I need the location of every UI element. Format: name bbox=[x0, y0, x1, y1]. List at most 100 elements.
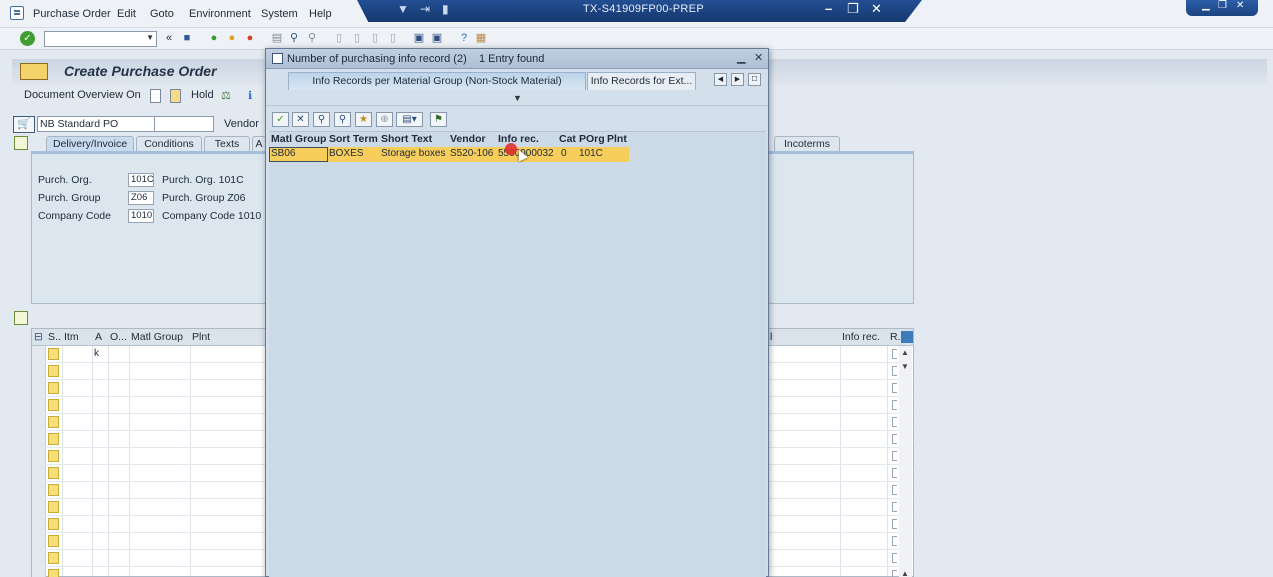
system-menu-icon[interactable] bbox=[10, 6, 24, 20]
cell-porg[interactable]: 101C bbox=[579, 148, 603, 159]
dialog-minimize-icon[interactable]: ▁ bbox=[737, 51, 745, 64]
items-toggle-icon[interactable] bbox=[14, 311, 28, 325]
restore-icon[interactable]: ❐ bbox=[847, 1, 859, 17]
tab-delivery-invoice[interactable]: Delivery/Invoice bbox=[46, 136, 134, 152]
dialog-close-icon[interactable]: ✕ bbox=[754, 51, 763, 64]
menu-system[interactable]: System bbox=[261, 8, 298, 20]
col-info-rec[interactable]: Info rec. bbox=[842, 331, 880, 343]
col-category[interactable]: O... bbox=[110, 331, 127, 343]
hold-button[interactable]: Hold bbox=[191, 89, 214, 101]
cart-icon[interactable]: 🛒 bbox=[13, 116, 35, 133]
find-icon[interactable]: ⚲ bbox=[313, 112, 330, 127]
vendor-input[interactable] bbox=[154, 116, 214, 132]
first-page-icon[interactable]: ▯ bbox=[332, 31, 346, 45]
row-selector[interactable] bbox=[32, 516, 46, 532]
scroll-down-icon[interactable]: ▼ bbox=[901, 362, 909, 371]
row1-account-cat[interactable]: k bbox=[94, 348, 99, 359]
row-checkbox[interactable] bbox=[892, 434, 897, 444]
cancel-selection-icon[interactable]: ✕ bbox=[292, 112, 309, 127]
enter-icon[interactable]: ✓ bbox=[20, 31, 35, 46]
scroll-bottom-icon[interactable]: ▲ bbox=[901, 569, 909, 577]
min-icon[interactable]: ▁ bbox=[1202, 0, 1210, 11]
row-checkbox[interactable] bbox=[892, 502, 897, 512]
result-row[interactable]: SB06 BOXES Storage boxes S520-106 550000… bbox=[269, 147, 629, 162]
close-icon[interactable]: ✕ bbox=[871, 1, 882, 17]
dropdown-icon[interactable]: ▼ bbox=[397, 2, 409, 16]
col-account[interactable]: A bbox=[95, 331, 102, 343]
menu-help[interactable]: Help bbox=[309, 8, 332, 20]
row-selector[interactable] bbox=[32, 465, 46, 481]
row-selector[interactable] bbox=[32, 397, 46, 413]
col-vendor[interactable]: Vendor bbox=[450, 133, 486, 145]
company-code-field[interactable]: 1010 bbox=[128, 209, 154, 223]
grid-scrollbar[interactable]: ▲ ▼ ▲ bbox=[899, 346, 912, 577]
tab-texts[interactable]: Texts bbox=[204, 136, 250, 152]
purch-group-field[interactable]: Z06 bbox=[128, 191, 154, 205]
row-selector[interactable] bbox=[32, 499, 46, 515]
find-icon[interactable]: ⚲ bbox=[287, 31, 301, 45]
row-selector[interactable] bbox=[32, 448, 46, 464]
prev-page-icon[interactable]: ▯ bbox=[350, 31, 364, 45]
x-icon[interactable]: ✕ bbox=[1236, 0, 1244, 11]
save-icon[interactable]: ■ bbox=[180, 31, 194, 45]
tab-address[interactable]: A bbox=[252, 136, 266, 152]
print-menu-icon[interactable]: ▤▾ bbox=[396, 112, 423, 127]
menu-edit[interactable]: Edit bbox=[117, 8, 136, 20]
tab-conditions[interactable]: Conditions bbox=[136, 136, 202, 152]
col-matl-group[interactable]: Matl Group bbox=[271, 133, 326, 145]
col-status[interactable]: S.. bbox=[48, 331, 61, 343]
find-next-icon[interactable]: ⚲ bbox=[334, 112, 351, 127]
row-checkbox[interactable] bbox=[892, 383, 897, 393]
double-left-icon[interactable]: « bbox=[162, 31, 176, 45]
menu-environment[interactable]: Environment bbox=[189, 8, 251, 20]
grid-select-all-icon[interactable]: ⊟ bbox=[34, 331, 43, 343]
menu-purchase-order[interactable]: Purchase Order bbox=[33, 8, 111, 20]
col-short-text[interactable]: Short Text bbox=[381, 133, 432, 145]
tab-info-records-matl-group[interactable]: Info Records per Material Group (Non-Sto… bbox=[288, 72, 586, 90]
help-icon[interactable]: ? bbox=[457, 31, 471, 45]
tab-info-records-ext[interactable]: Info Records for Ext... bbox=[587, 72, 696, 90]
cell-short-text[interactable]: Storage boxes bbox=[381, 148, 446, 159]
max-icon[interactable]: ❐ bbox=[1218, 0, 1227, 11]
back-icon[interactable]: ● bbox=[207, 31, 221, 45]
row-selector[interactable] bbox=[32, 380, 46, 396]
col-partial[interactable]: l bbox=[770, 331, 772, 343]
cell-sort-term[interactable]: BOXES bbox=[329, 148, 363, 159]
find-next-icon[interactable]: ⚲ bbox=[305, 31, 319, 45]
row-checkbox[interactable] bbox=[892, 570, 897, 577]
cancel-icon[interactable]: ● bbox=[243, 31, 257, 45]
filter-icon[interactable]: ⊕ bbox=[376, 112, 393, 127]
print-icon[interactable]: ▤ bbox=[270, 31, 284, 45]
row-selector[interactable] bbox=[32, 346, 46, 362]
expand-filter-icon[interactable]: ▼ bbox=[513, 93, 522, 103]
new-document-icon[interactable] bbox=[150, 89, 161, 103]
minimize-icon[interactable]: – bbox=[825, 1, 832, 16]
restrictions-toggle[interactable]: ▼ bbox=[266, 91, 768, 106]
row-checkbox[interactable] bbox=[892, 553, 897, 563]
check-icon[interactable]: ⚖ bbox=[221, 89, 231, 102]
col-porg[interactable]: POrg bbox=[579, 133, 605, 145]
menu-goto[interactable]: Goto bbox=[150, 8, 174, 20]
row-checkbox[interactable] bbox=[892, 468, 897, 478]
row-selector[interactable] bbox=[32, 533, 46, 549]
col-sort-term[interactable]: Sort Term bbox=[329, 133, 378, 145]
cell-cat[interactable]: 0 bbox=[561, 148, 567, 159]
row-checkbox[interactable] bbox=[892, 417, 897, 427]
next-page-icon[interactable]: ▯ bbox=[368, 31, 382, 45]
row-selector[interactable] bbox=[32, 363, 46, 379]
sort-icon[interactable]: ★ bbox=[355, 112, 372, 127]
last-page-icon[interactable]: ▯ bbox=[386, 31, 400, 45]
col-r[interactable]: R. bbox=[890, 331, 901, 343]
col-info-rec[interactable]: Info rec. bbox=[498, 133, 539, 145]
row-selector[interactable] bbox=[32, 482, 46, 498]
layout-icon[interactable]: ▦ bbox=[474, 31, 488, 45]
row-checkbox[interactable] bbox=[892, 536, 897, 546]
col-matl-group[interactable]: Matl Group bbox=[131, 331, 183, 343]
tab-prev-icon[interactable]: ◀ bbox=[714, 73, 727, 86]
row-checkbox[interactable] bbox=[892, 366, 897, 376]
row-checkbox[interactable] bbox=[892, 485, 897, 495]
dialog-menu-icon[interactable] bbox=[272, 53, 283, 64]
row-checkbox[interactable] bbox=[892, 400, 897, 410]
new-session-icon[interactable]: ▣ bbox=[412, 31, 426, 45]
document-overview-button[interactable]: Document Overview On bbox=[24, 89, 141, 101]
